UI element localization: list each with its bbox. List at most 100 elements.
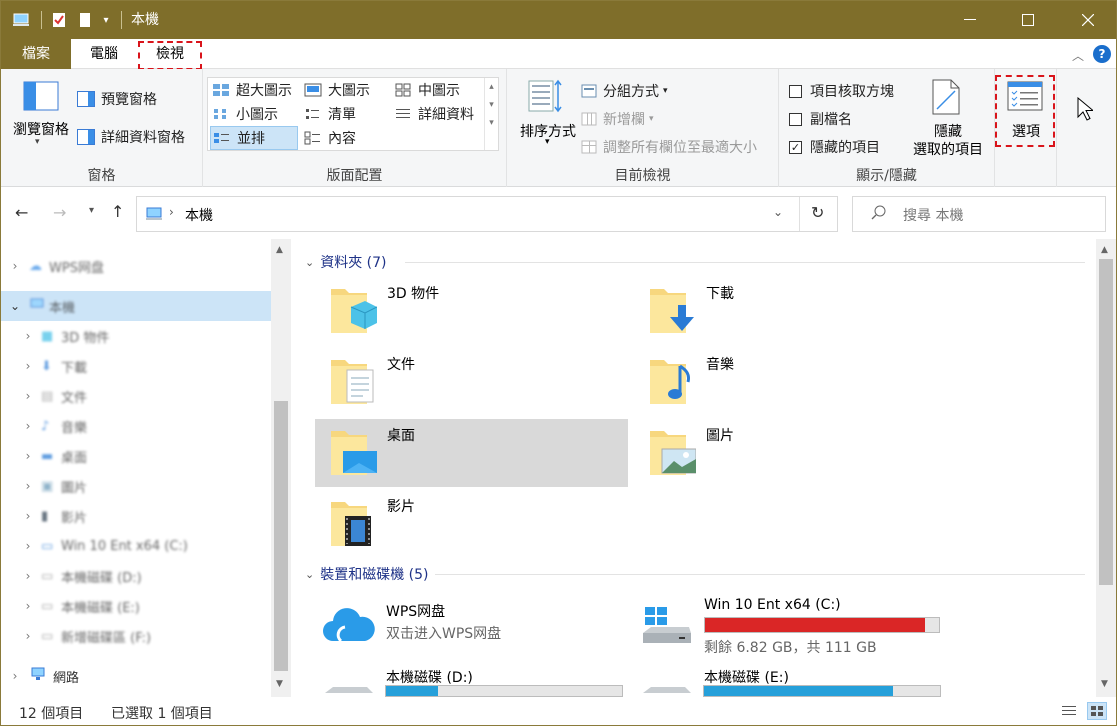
minimize-button[interactable]: [947, 1, 993, 39]
address-dropdown-icon[interactable]: ⌄: [773, 205, 783, 219]
nav-item-music[interactable]: › ♪ 音樂: [1, 411, 271, 441]
large-icons-view-icon[interactable]: [1087, 702, 1107, 720]
file-extensions-toggle[interactable]: 副檔名: [789, 109, 852, 129]
up-arrow-icon[interactable]: ↑: [111, 202, 124, 221]
nav-item-documents[interactable]: › ▤ 文件: [1, 381, 271, 411]
devices-section-header[interactable]: ⌄ 裝置和磁碟機 (5): [305, 563, 1085, 585]
sort-by-button[interactable]: 排序方式 ▾: [513, 77, 576, 153]
nav-item-drive-d[interactable]: › ▭ 本機磁碟 (D:): [1, 561, 271, 591]
add-columns-button[interactable]: 新增欄 ▾: [581, 109, 654, 129]
tab-computer[interactable]: 電腦: [75, 39, 133, 69]
nav-item-drive-f[interactable]: › ▭ 新增磁碟區 (F:): [1, 621, 271, 651]
nav-item-drive-c[interactable]: › ▭ Win 10 Ent x64 (C:): [1, 531, 271, 561]
folder-documents[interactable]: 文件: [315, 348, 628, 414]
gallery-expand-icon[interactable]: ▾: [485, 118, 498, 128]
label: 新增欄: [603, 112, 645, 128]
folder-desktop-selected[interactable]: 桌面: [315, 419, 628, 487]
hide-selected-icon: [931, 79, 961, 119]
hidden-items-toggle[interactable]: ✓ 隱藏的項目: [789, 137, 880, 157]
refresh-icon[interactable]: ↻: [811, 203, 824, 222]
folder-videos[interactable]: 影片: [315, 490, 628, 556]
forward-arrow-icon[interactable]: →: [53, 203, 66, 222]
layout-medium-icons[interactable]: 中圖示: [394, 80, 460, 100]
group-panes: 瀏覽窗格 ▾ 預覽窗格 詳細資料窗格 窗格: [1, 69, 203, 187]
size-all-columns-button[interactable]: 調整所有欄位至最適大小: [581, 137, 757, 157]
documents-folder-icon: [329, 354, 377, 410]
hide-selected-button[interactable]: 隱藏 選取的項目: [907, 77, 989, 161]
group-label-current-view: 目前檢視: [614, 168, 671, 184]
nav-item-desktop[interactable]: › ▬ 桌面: [1, 441, 271, 471]
navigation-pane: › ☁ WPS网盘 ⌄ 本機 › ■ 3D 物件 › ⬇ 下載 › ▤ 文件 › ♪ 音樂 › ▬ 桌面 …: [1, 239, 291, 697]
collapse-icon[interactable]: ⌄: [305, 256, 314, 269]
nav-item-network[interactable]: › 網路: [1, 661, 271, 691]
nav-item-pictures[interactable]: › ▣ 圖片: [1, 471, 271, 501]
item-checkboxes-toggle[interactable]: 項目核取方塊: [789, 81, 894, 101]
content-scrollbar[interactable]: ▲ ▼: [1096, 239, 1116, 697]
scroll-up-icon[interactable]: ▲: [276, 245, 283, 255]
nav-item-drive-e[interactable]: › ▭ 本機磁碟 (E:): [1, 591, 271, 621]
scroll-down-icon[interactable]: ▼: [276, 679, 283, 689]
windows-drive-icon: [641, 607, 693, 651]
nav-item-downloads[interactable]: › ⬇ 下載: [1, 351, 271, 381]
collapse-ribbon-icon[interactable]: ︿: [1069, 47, 1087, 63]
tab-file[interactable]: 檔案: [1, 39, 71, 69]
close-button[interactable]: [1065, 1, 1111, 39]
properties-icon[interactable]: [49, 1, 69, 39]
help-icon[interactable]: ?: [1093, 45, 1111, 63]
folder-pictures[interactable]: 圖片: [634, 419, 947, 485]
folder-3d-objects[interactable]: 3D 物件: [315, 277, 628, 343]
search-box[interactable]: 搜尋 本機: [852, 196, 1106, 232]
label: 詳細資料: [418, 107, 474, 123]
details-pane-label: 詳細資料窗格: [101, 130, 185, 146]
scroll-thumb[interactable]: [274, 401, 288, 671]
folders-section-header[interactable]: ⌄ 資料夾 (7): [305, 251, 1085, 273]
layout-tiles[interactable]: 並排: [210, 126, 298, 150]
tab-view[interactable]: 檢視: [139, 39, 201, 69]
back-arrow-icon[interactable]: ←: [15, 203, 28, 222]
options-button[interactable]: 選項: [999, 77, 1053, 149]
layout-details[interactable]: 詳細資料: [394, 104, 474, 124]
checkbox[interactable]: [789, 112, 802, 126]
scroll-down-icon[interactable]: ▾: [485, 100, 498, 110]
nav-item-this-pc[interactable]: ⌄ 本機: [1, 291, 271, 321]
checkbox[interactable]: [789, 84, 802, 98]
group-by-button[interactable]: 分組方式 ▾: [581, 81, 668, 101]
nav-label: 下載: [61, 360, 88, 376]
recent-locations-icon[interactable]: ▾: [89, 205, 94, 216]
layout-small-icons[interactable]: 小圖示: [212, 104, 278, 124]
scroll-thumb[interactable]: [1099, 259, 1113, 585]
collapse-icon[interactable]: ⌄: [305, 568, 314, 581]
nav-item-videos[interactable]: › ▮ 影片: [1, 501, 271, 531]
layout-content[interactable]: 內容: [304, 128, 356, 148]
computer-icon[interactable]: [9, 1, 33, 39]
details-view-icon[interactable]: [1061, 704, 1077, 722]
layout-large-icons[interactable]: 大圖示: [304, 80, 370, 100]
nav-scrollbar[interactable]: ▲ ▼: [271, 239, 291, 697]
folder-music[interactable]: 音樂: [634, 348, 947, 414]
scroll-up-icon[interactable]: ▲: [1101, 245, 1108, 255]
customize-toolbar-icon[interactable]: ▾: [99, 1, 113, 39]
nav-item-3d-objects[interactable]: › ■ 3D 物件: [1, 321, 271, 351]
device-drive-c[interactable]: Win 10 Ent x64 (C:) 剩餘 6.82 GB，共 111 GB: [637, 593, 947, 656]
maximize-button[interactable]: [1005, 1, 1051, 39]
search-placeholder[interactable]: 搜尋 本機: [903, 205, 963, 225]
folder-downloads[interactable]: 下載: [634, 277, 947, 343]
size-columns-icon: [581, 140, 597, 154]
gallery-scroll[interactable]: ▴ ▾ ▾: [484, 78, 498, 150]
layout-list[interactable]: 清單: [304, 104, 356, 124]
scroll-up-icon[interactable]: ▴: [485, 82, 498, 92]
new-folder-icon[interactable]: [75, 1, 95, 39]
group-label-show-hide: 顯示/隱藏: [856, 168, 917, 184]
nav-item-wps[interactable]: › ☁ WPS网盘: [1, 251, 271, 281]
pictures-folder-icon: [648, 425, 697, 481]
scroll-down-icon[interactable]: ▼: [1101, 679, 1108, 689]
breadcrumb-separator-icon[interactable]: ›: [169, 205, 174, 219]
preview-pane-button[interactable]: 預覽窗格: [77, 89, 157, 109]
address-bar[interactable]: › 本機 ⌄ ↻: [136, 196, 838, 232]
breadcrumb-current[interactable]: 本機: [185, 205, 213, 225]
details-pane-button[interactable]: 詳細資料窗格: [77, 127, 185, 147]
layout-extra-large-icons[interactable]: 超大圖示: [212, 80, 292, 100]
checkbox-checked[interactable]: ✓: [789, 140, 802, 154]
navigation-pane-button[interactable]: 瀏覽窗格 ▾: [9, 79, 69, 149]
device-wps[interactable]: WPS网盘 双击进入WPS网盘: [319, 595, 629, 655]
